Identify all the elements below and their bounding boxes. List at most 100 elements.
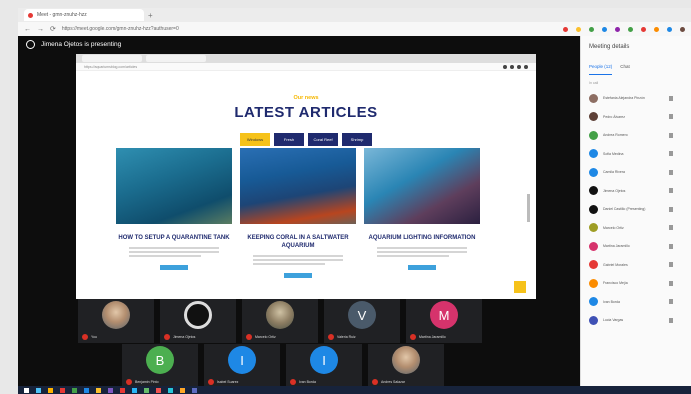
article-image[interactable] xyxy=(240,148,356,224)
person-name: Estefania Alejandra Pinzón xyxy=(603,96,645,101)
participant-name: Jimena Ojetos xyxy=(173,335,196,339)
tab-chat[interactable]: Chat xyxy=(620,64,630,75)
article-title[interactable]: AQUARIUM LIGHTING INFORMATION xyxy=(364,234,480,242)
mic-icon[interactable] xyxy=(669,132,673,138)
mic-muted-icon xyxy=(410,334,416,340)
people-list-item[interactable]: Martina Jaramillo xyxy=(581,237,691,256)
article-title[interactable]: HOW TO SETUP A QUARANTINE TANK xyxy=(116,234,232,242)
person-name: Jimena Ojetos xyxy=(603,188,626,193)
participant-name-row: Isabel Suarez xyxy=(208,379,238,385)
people-list-item[interactable]: Camila Rivera xyxy=(581,163,691,182)
participant-name: Benjamin Pinto xyxy=(135,380,159,384)
taskbar-app-icon[interactable] xyxy=(24,387,29,393)
people-list-item[interactable]: Marcelo Ortiz xyxy=(581,219,691,238)
taskbar-app-icon[interactable] xyxy=(180,387,185,393)
taskbar-app-icon[interactable] xyxy=(120,387,125,393)
extension-icon[interactable] xyxy=(576,26,581,32)
people-list-item[interactable]: Gabriel Morales xyxy=(581,256,691,275)
extension-icon[interactable] xyxy=(680,26,685,32)
browser-tab[interactable]: Meet - gmn-znuhz-hzz xyxy=(24,9,144,21)
participant-tile[interactable]: You xyxy=(78,299,154,343)
reload-icon[interactable]: ⟳ xyxy=(50,25,56,33)
people-list-item[interactable]: Jimena Ojetos xyxy=(581,182,691,201)
mic-icon[interactable] xyxy=(669,243,673,249)
article-card[interactable]: KEEPING CORAL IN A SALTWATER AQUARIUM xyxy=(240,148,356,278)
taskbar-app-icon[interactable] xyxy=(96,387,101,393)
mic-icon[interactable] xyxy=(669,169,673,175)
forward-icon[interactable]: → xyxy=(37,26,44,33)
mic-icon[interactable] xyxy=(669,114,673,120)
extension-icon[interactable] xyxy=(589,26,594,32)
extension-icon[interactable] xyxy=(628,26,633,32)
back-icon[interactable]: ← xyxy=(24,26,31,33)
mic-icon[interactable] xyxy=(669,206,673,212)
taskbar-app-icon[interactable] xyxy=(84,387,89,393)
article-excerpt xyxy=(377,247,467,257)
article-image[interactable] xyxy=(116,148,232,224)
people-list-item[interactable]: Estefania Alejandra Pinzón xyxy=(581,89,691,108)
participant-tile[interactable]: Marcelo Ortiz xyxy=(242,299,318,343)
mic-icon[interactable] xyxy=(669,188,673,194)
participant-tile[interactable]: I Ivan Borda xyxy=(286,344,362,388)
participant-tile[interactable]: Andres Salazar xyxy=(368,344,444,388)
people-list-item[interactable]: Ivan Borda xyxy=(581,293,691,312)
taskbar-app-icon[interactable] xyxy=(168,387,173,393)
person-avatar xyxy=(589,241,598,251)
shared-url: https://aquariumsblog.com/articles xyxy=(84,64,138,69)
mic-icon[interactable] xyxy=(669,151,673,157)
tab-people[interactable]: People (12) xyxy=(589,64,613,75)
taskbar-app-icon[interactable] xyxy=(156,387,161,393)
taskbar-app-icon[interactable] xyxy=(144,387,149,393)
mic-icon[interactable] xyxy=(669,299,673,305)
people-list-item[interactable]: Lucia Vargas xyxy=(581,311,691,330)
shared-tab-bar xyxy=(76,54,536,63)
people-list-item[interactable]: Pedro Álvarez xyxy=(581,108,691,127)
taskbar-app-icon[interactable] xyxy=(132,387,137,393)
new-tab-icon[interactable]: + xyxy=(148,11,153,20)
page-scrollbar[interactable] xyxy=(527,194,530,222)
people-list-item[interactable]: Sofia Medina xyxy=(581,145,691,164)
article-image[interactable] xyxy=(364,148,480,224)
extension-icon[interactable] xyxy=(667,26,672,32)
participant-tile[interactable]: V Valeria Ruiz xyxy=(324,299,400,343)
meeting-details-panel: Meeting details People (12) Chat In call… xyxy=(580,36,691,386)
filter-button[interactable]: Fresh xyxy=(274,133,304,146)
mic-muted-icon xyxy=(126,379,132,385)
mic-icon[interactable] xyxy=(669,280,673,286)
read-more-button[interactable] xyxy=(284,273,312,278)
article-card[interactable]: HOW TO SETUP A QUARANTINE TANK xyxy=(116,148,232,278)
read-more-button[interactable] xyxy=(160,265,188,270)
url-field[interactable]: https://meet.google.com/gmn-znuhz-hzz?au… xyxy=(62,25,322,34)
extension-icon[interactable] xyxy=(602,26,607,32)
participant-tile[interactable]: I Isabel Suarez xyxy=(204,344,280,388)
back-to-top-button[interactable] xyxy=(514,281,526,293)
participant-tile[interactable]: Jimena Ojetos xyxy=(160,299,236,343)
mic-icon[interactable] xyxy=(669,95,673,101)
mic-icon[interactable] xyxy=(669,225,673,231)
taskbar-app-icon[interactable] xyxy=(60,387,65,393)
article-card[interactable]: AQUARIUM LIGHTING INFORMATION xyxy=(364,148,480,278)
article-title[interactable]: KEEPING CORAL IN A SALTWATER AQUARIUM xyxy=(240,234,356,250)
person-avatar xyxy=(589,315,598,325)
mic-icon[interactable] xyxy=(669,262,673,268)
read-more-button[interactable] xyxy=(408,265,436,270)
taskbar-app-icon[interactable] xyxy=(48,387,53,393)
filter-button[interactable]: Coral Reef xyxy=(308,133,338,146)
taskbar-app-icon[interactable] xyxy=(192,387,197,393)
taskbar-app-icon[interactable] xyxy=(72,387,77,393)
extension-icon[interactable] xyxy=(563,26,568,32)
filter-button[interactable]: Windows xyxy=(240,133,270,146)
extension-icon[interactable] xyxy=(641,26,646,32)
taskbar-app-icon[interactable] xyxy=(108,387,113,393)
people-list-item[interactable]: Andrea Romero xyxy=(581,126,691,145)
mic-icon[interactable] xyxy=(669,317,673,323)
extension-icon[interactable] xyxy=(654,26,659,32)
people-list-item[interactable]: Francisco Mejía xyxy=(581,274,691,293)
filter-button[interactable]: Shrimp xyxy=(342,133,372,146)
taskbar-app-icon[interactable] xyxy=(36,387,41,393)
extension-icon[interactable] xyxy=(615,26,620,32)
participant-avatar xyxy=(184,301,212,329)
participant-tile[interactable]: B Benjamin Pinto xyxy=(122,344,198,388)
participant-tile[interactable]: M Martina Jaramillo xyxy=(406,299,482,343)
people-list-item[interactable]: Daniel Castillo (Presenting) xyxy=(581,200,691,219)
